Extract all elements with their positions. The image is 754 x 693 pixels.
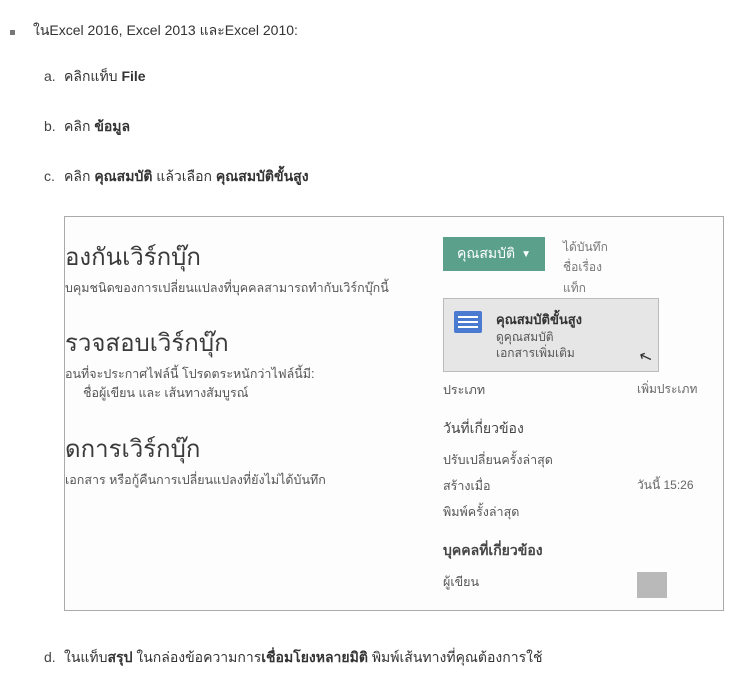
inspect-workbook-sub: อนที่จะประกาศไฟล์นี้ โปรดตระหนักว่าไฟล์น… bbox=[65, 366, 405, 383]
manage-workbook-title: ดการเวิร์กบุ๊ก bbox=[65, 429, 405, 468]
step-d-text: ในแท็บสรุป ในกล่องข้อความการเชื่อมโยงหลา… bbox=[64, 647, 542, 669]
chevron-down-icon: ▼ bbox=[521, 249, 531, 260]
inspect-workbook-title: รวจสอบเวิร์กบุ๊ก bbox=[65, 323, 405, 362]
last-printed-value bbox=[637, 502, 713, 522]
last-modified-row: ปรับเปลี่ยนครั้งล่าสุด bbox=[443, 450, 713, 470]
properties-button[interactable]: คุณสมบัติ ▼ bbox=[443, 237, 545, 271]
step-c-pre: คลิก bbox=[64, 168, 94, 184]
protect-workbook-title: องกันเวิร์กบุ๊ก bbox=[65, 237, 405, 276]
step-c: c. คลิก คุณสมบัติ แล้วเลือก คุณสมบัติขั้… bbox=[44, 166, 734, 188]
inspect-workbook-section: รวจสอบเวิร์กบุ๊ก อนที่จะประกาศไฟล์นี้ โป… bbox=[65, 323, 405, 403]
step-b: b. คลิก ข้อมูล bbox=[44, 116, 734, 138]
related-dates-list: ปรับเปลี่ยนครั้งล่าสุด สร้างเมื่อ วันนี้… bbox=[443, 450, 713, 522]
related-people-list: ผู้เขียน bbox=[443, 572, 713, 598]
last-printed-label: พิมพ์ครั้งล่าสุด bbox=[443, 502, 519, 522]
step-b-pre: คลิก bbox=[64, 118, 94, 134]
category-label: ประเภท bbox=[443, 380, 485, 400]
related-dates-heading: วันที่เกี่ยวข้อง bbox=[443, 418, 713, 440]
advanced-properties-sub1: ดูคุณสมบัติ bbox=[496, 330, 646, 346]
intro-line: ในExcel 2016, Excel 2013 และExcel 2010: bbox=[10, 20, 734, 42]
step-c-bold2: คุณสมบัติขั้นสูง bbox=[216, 168, 309, 184]
side-label-saved: ได้บันทึก bbox=[563, 237, 608, 257]
info-right-column: คุณสมบัติ ▼ ได้บันทึก ชื่อเรื่อง แท็ก คุ… bbox=[443, 237, 723, 604]
square-bullet-icon bbox=[10, 30, 15, 35]
step-c-bold1: คุณสมบัติ bbox=[94, 168, 152, 184]
side-label-title: ชื่อเรื่อง bbox=[563, 257, 608, 277]
avatar-icon bbox=[637, 572, 667, 598]
step-b-bold: ข้อมูล bbox=[94, 118, 130, 134]
last-modified-label: ปรับเปลี่ยนครั้งล่าสุด bbox=[443, 450, 553, 470]
last-modified-value bbox=[637, 450, 713, 470]
advanced-properties-sub2: เอกสารเพิ่มเติม bbox=[496, 346, 646, 362]
advanced-properties-menu-item[interactable]: คุณสมบัติขั้นสูง ดูคุณสมบัติ เอกสารเพิ่ม… bbox=[443, 298, 659, 372]
advanced-properties-title: คุณสมบัติขั้นสูง bbox=[496, 309, 646, 330]
step-b-marker: b. bbox=[44, 118, 64, 134]
list-icon bbox=[454, 311, 482, 333]
info-left-column: องกันเวิร์กบุ๊ก บคุมชนิดของการเปลี่ยนแปล… bbox=[65, 237, 405, 489]
author-avatar-cell bbox=[637, 572, 713, 598]
author-row: ผู้เขียน bbox=[443, 572, 713, 598]
step-c-mid: แล้วเลือก bbox=[152, 168, 216, 184]
step-c-marker: c. bbox=[44, 168, 64, 184]
intro-versions: Excel 2016, Excel 2013 bbox=[49, 22, 199, 38]
cursor-icon: ↖ bbox=[636, 346, 655, 369]
step-b-text: คลิก ข้อมูล bbox=[64, 116, 130, 138]
related-people-heading: บุคคลที่เกี่ยวข้อง bbox=[443, 540, 713, 562]
created-value: วันนี้ 15:26 bbox=[637, 476, 713, 496]
intro-and: และ bbox=[200, 22, 225, 38]
step-c-text: คลิก คุณสมบัติ แล้วเลือก คุณสมบัติขั้นสู… bbox=[64, 166, 309, 188]
step-d: d. ในแท็บสรุป ในกล่องข้อความการเชื่อมโยง… bbox=[44, 647, 734, 669]
created-label: สร้างเมื่อ bbox=[443, 476, 491, 496]
intro-last: Excel 2010: bbox=[225, 22, 298, 38]
last-printed-row: พิมพ์ครั้งล่าสุด bbox=[443, 502, 713, 522]
properties-button-label: คุณสมบัติ bbox=[457, 243, 515, 265]
intro-text: ในExcel 2016, Excel 2013 และExcel 2010: bbox=[33, 20, 298, 42]
manage-workbook-section: ดการเวิร์กบุ๊ก เอกสาร หรือกู้คืนการเปลี่… bbox=[65, 429, 405, 489]
step-a-bold: File bbox=[121, 68, 145, 84]
step-a: a. คลิกแท็บ File bbox=[44, 66, 734, 88]
step-a-marker: a. bbox=[44, 68, 64, 84]
author-label: ผู้เขียน bbox=[443, 572, 479, 598]
excel-info-panel-screenshot: องกันเวิร์กบุ๊ก บคุมชนิดของการเปลี่ยนแปล… bbox=[64, 216, 724, 611]
side-truncated-labels: ได้บันทึก ชื่อเรื่อง แท็ก bbox=[563, 237, 608, 298]
inspect-workbook-item: ชื่อผู้เขียน และ เส้นทางสัมบูรณ์ bbox=[65, 383, 405, 403]
intro-prefix: ใน bbox=[33, 22, 49, 38]
category-row: ประเภท เพิ่มประเภท bbox=[443, 380, 713, 400]
step-a-text: คลิกแท็บ File bbox=[64, 66, 146, 88]
step-a-pre: คลิกแท็บ bbox=[64, 68, 121, 84]
created-row: สร้างเมื่อ วันนี้ 15:26 bbox=[443, 476, 713, 496]
side-label-tags: แท็ก bbox=[563, 278, 608, 298]
protect-workbook-sub: บคุมชนิดของการเปลี่ยนแปลงที่บุคคลสามารถท… bbox=[65, 280, 405, 297]
manage-workbook-sub: เอกสาร หรือกู้คืนการเปลี่ยนแปลงที่ยังไม่… bbox=[65, 472, 405, 489]
category-value[interactable]: เพิ่มประเภท bbox=[637, 380, 713, 400]
protect-workbook-section: องกันเวิร์กบุ๊ก บคุมชนิดของการเปลี่ยนแปล… bbox=[65, 237, 405, 297]
